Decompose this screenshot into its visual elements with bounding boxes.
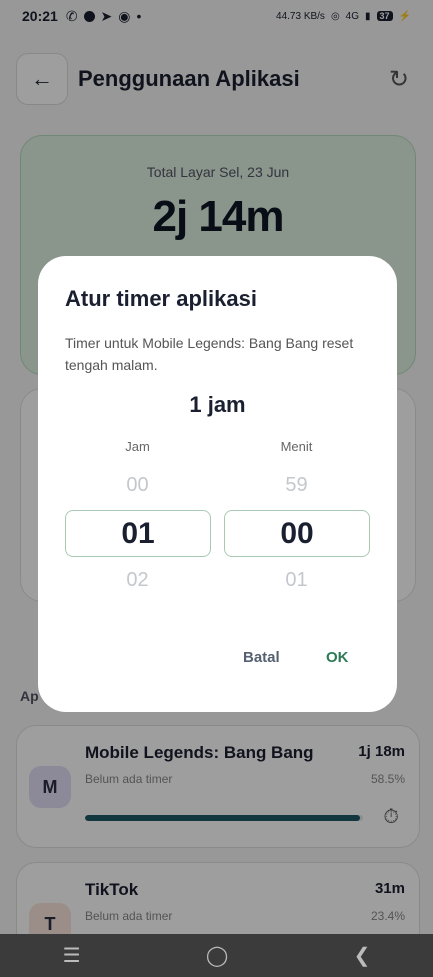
hours-prev[interactable]: 00 [65, 474, 210, 497]
selected-duration: 1 jam [189, 392, 246, 417]
system-nav-bar: ☰ ◯ ❮ [0, 934, 433, 977]
minutes-picker[interactable]: 00 [224, 510, 370, 557]
dialog-title: Atur timer aplikasi [65, 286, 257, 311]
hours-picker[interactable]: 01 [65, 510, 211, 557]
back-icon[interactable]: ❮ [354, 943, 371, 968]
ok-button[interactable]: OK [326, 649, 349, 666]
dialog-description: Timer untuk Mobile Legends: Bang Bang re… [65, 335, 354, 373]
hours-label: Jam [125, 439, 150, 454]
timer-dialog: Atur timer aplikasi Timer untuk Mobile L… [38, 256, 397, 712]
minutes-prev[interactable]: 59 [224, 474, 369, 497]
minutes-next[interactable]: 01 [224, 569, 369, 592]
hours-next[interactable]: 02 [65, 569, 210, 592]
cancel-button[interactable]: Batal [243, 649, 280, 666]
menu-icon[interactable]: ☰ [63, 943, 81, 968]
home-icon[interactable]: ◯ [206, 943, 228, 968]
minutes-label: Menit [280, 439, 313, 454]
